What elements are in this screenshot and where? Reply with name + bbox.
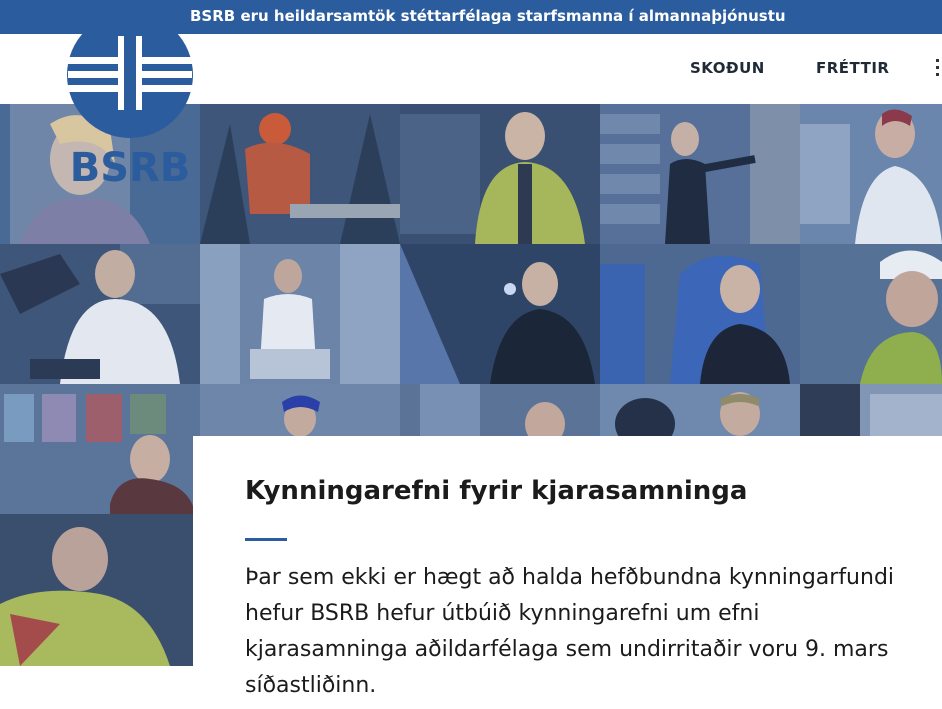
photo-tile [400,104,600,244]
article-title[interactable]: Kynningarefni fyrir kjarasamninga [245,476,925,506]
photo-tile [200,244,400,384]
article-card[interactable]: Kynningarefni fyrir kjarasamninga Þar se… [193,436,942,709]
bsrb-logo-icon: BSRB [67,12,193,191]
more-menu-icon[interactable] [936,59,939,77]
photo-tile [200,104,400,244]
photo-tile [600,244,800,384]
article-body: Þar sem ekki er hægt að halda hefðbundna… [245,565,895,698]
photo-tile [0,384,200,666]
photo-tile [800,244,942,384]
nav-item-frettir[interactable]: FRÉTTIR [816,59,889,77]
bsrb-logo[interactable]: BSRB [62,12,198,191]
photo-tile [400,244,600,384]
logo-text: BSRB [70,145,191,187]
photo-tile [800,104,942,244]
nav-item-skodun[interactable]: SKOÐUN [690,59,765,77]
title-divider [245,538,287,541]
photo-tile [0,244,200,384]
photo-tile [600,104,800,244]
topbar-tagline: BSRB eru heildarsamtök stéttarfélaga sta… [190,7,786,25]
